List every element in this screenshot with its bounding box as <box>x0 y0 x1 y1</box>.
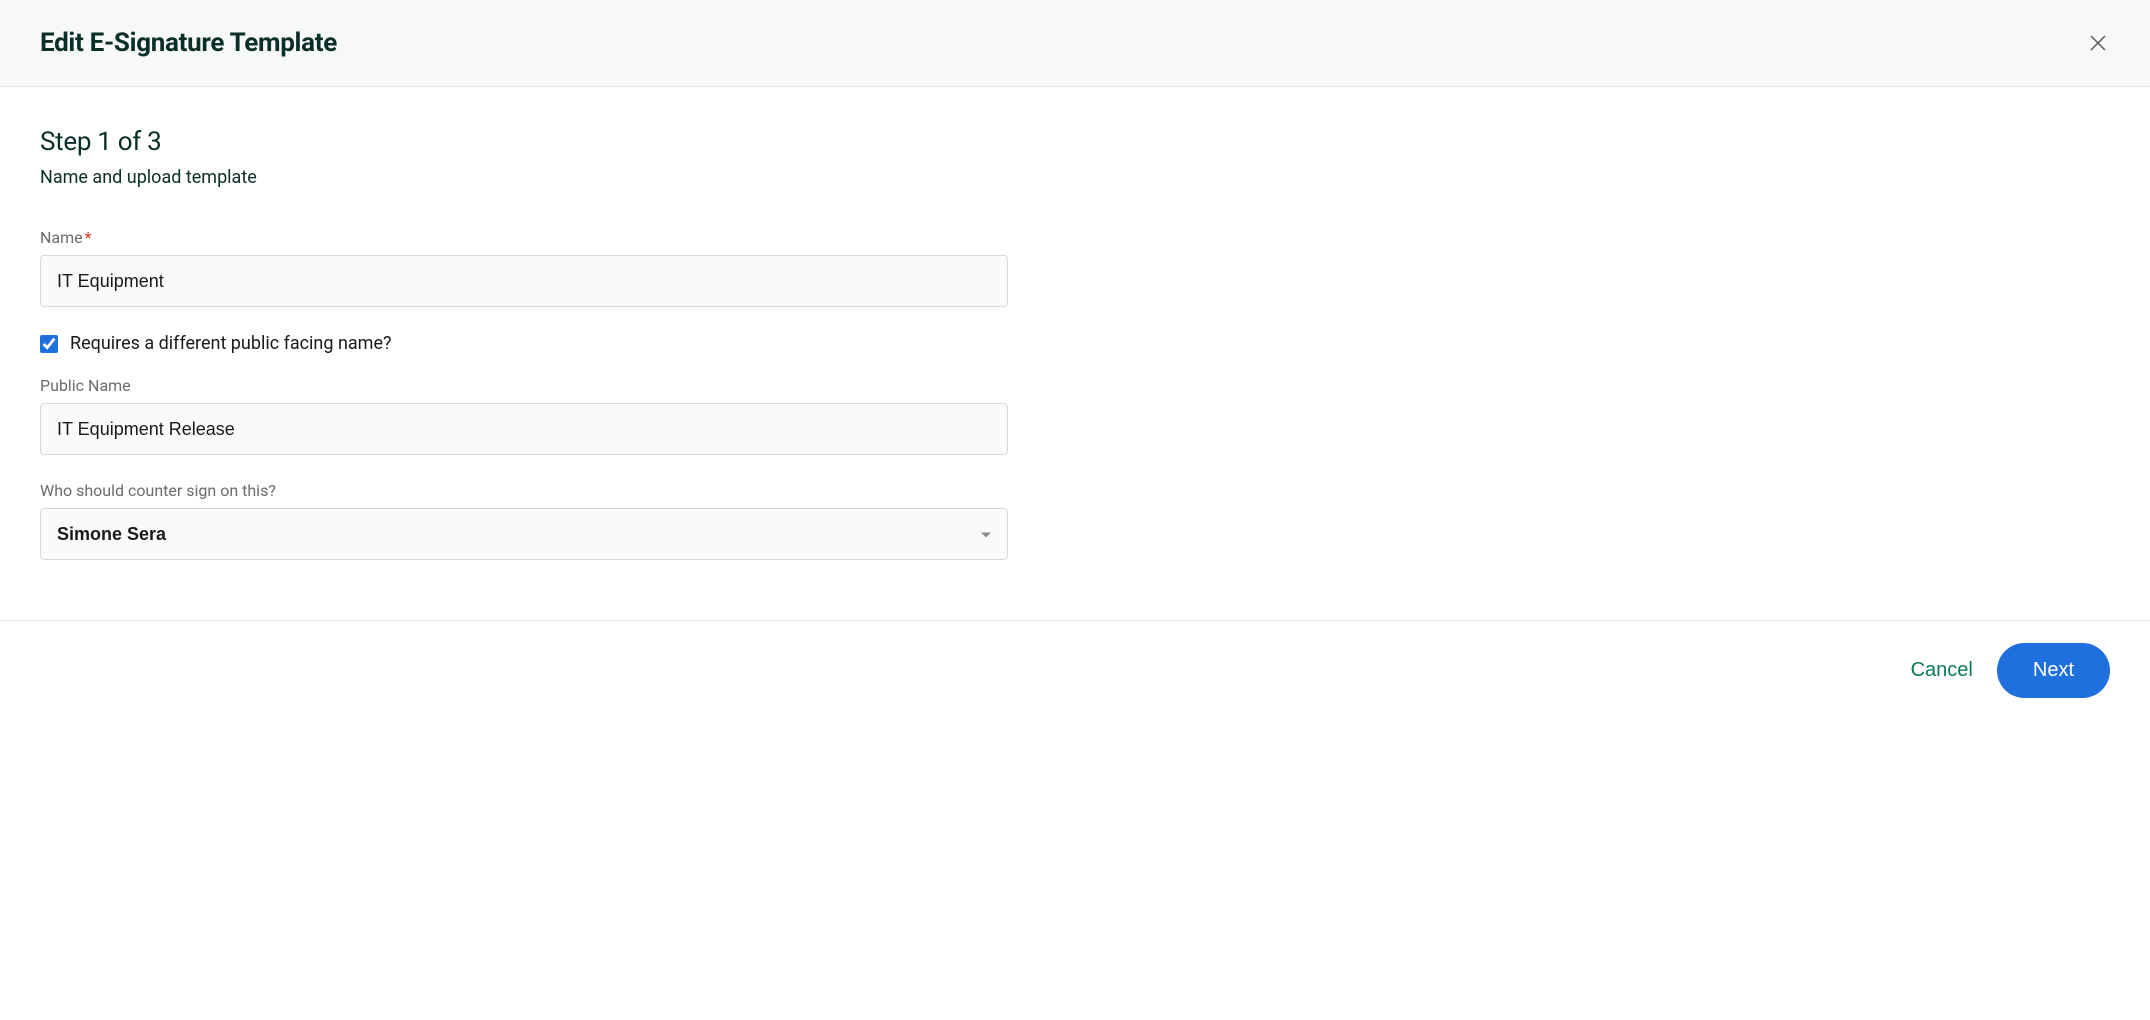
modal-header: Edit E-Signature Template <box>0 0 2150 87</box>
step-title: Step 1 of 3 <box>40 127 1010 157</box>
name-input[interactable] <box>40 255 1008 307</box>
required-asterisk: * <box>85 228 92 247</box>
counter-sign-label: Who should counter sign on this? <box>40 481 1010 500</box>
step-subtitle: Name and upload template <box>40 167 1010 188</box>
counter-sign-field-group: Who should counter sign on this? Simone … <box>40 481 1010 560</box>
modal-footer: Cancel Next <box>0 620 2150 720</box>
next-button[interactable]: Next <box>1997 643 2110 698</box>
name-label: Name* <box>40 228 1010 247</box>
public-name-input[interactable] <box>40 403 1008 455</box>
public-name-checkbox-row: Requires a different public facing name? <box>40 333 1010 354</box>
modal-title: Edit E-Signature Template <box>40 28 337 58</box>
counter-sign-select[interactable]: Simone Sera <box>40 508 1008 560</box>
public-name-label: Public Name <box>40 376 1010 395</box>
name-field-group: Name* <box>40 228 1010 307</box>
close-icon[interactable] <box>2086 31 2110 55</box>
modal-body: Step 1 of 3 Name and upload template Nam… <box>0 87 1050 620</box>
public-name-checkbox-label[interactable]: Requires a different public facing name? <box>70 333 392 354</box>
public-name-field-group: Public Name <box>40 376 1010 455</box>
counter-sign-select-wrapper: Simone Sera <box>40 508 1008 560</box>
name-label-text: Name <box>40 228 83 247</box>
cancel-button[interactable]: Cancel <box>1911 659 1973 682</box>
public-name-checkbox[interactable] <box>40 335 58 353</box>
